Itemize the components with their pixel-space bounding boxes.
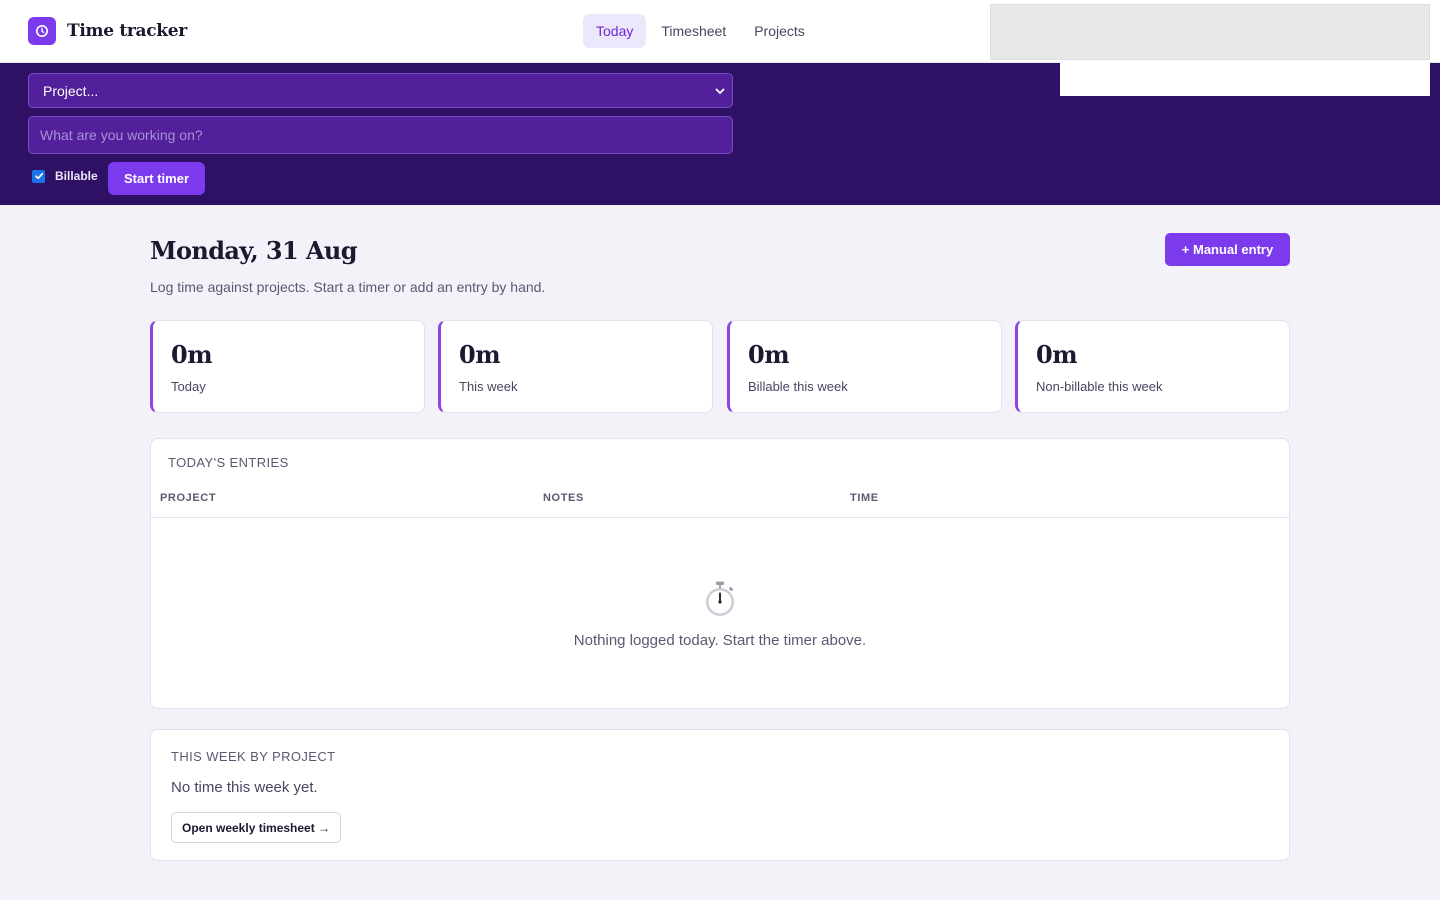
column-time: TIME <box>850 492 879 504</box>
manual-entry-button[interactable]: + Manual entry <box>1165 233 1290 266</box>
stat-value: 0m <box>171 340 213 369</box>
page-title: Monday, 31 Aug <box>150 236 358 265</box>
tab-projects[interactable]: Projects <box>741 14 818 48</box>
column-notes: NOTES <box>543 492 584 504</box>
clock-icon <box>28 17 56 45</box>
page-subtitle: Log time against projects. Start a timer… <box>150 279 546 295</box>
start-timer-button[interactable]: Start timer <box>108 162 205 195</box>
stat-value: 0m <box>1036 340 1078 369</box>
billable-toggle: Billable <box>32 169 98 183</box>
stat-card-this-week: 0m This week <box>438 320 713 413</box>
main-nav: Today Timesheet Projects <box>583 14 818 48</box>
stat-label: This week <box>459 379 518 394</box>
project-select[interactable]: Project... <box>28 73 733 108</box>
project-select-value: Project... <box>43 82 99 99</box>
ad-placeholder <box>990 4 1430 60</box>
open-weekly-timesheet-button[interactable]: Open weekly timesheet → <box>171 812 342 843</box>
brand[interactable]: Time tracker <box>28 17 187 45</box>
billable-label: Billable <box>55 169 98 183</box>
stat-value: 0m <box>748 340 790 369</box>
stat-card-non-billable: 0m Non-billable this week <box>1015 320 1290 413</box>
billable-checkbox[interactable] <box>32 169 45 183</box>
week-empty-text: No time this week yet. <box>171 779 318 796</box>
table-divider <box>151 517 1289 518</box>
chevron-down-icon <box>714 84 726 100</box>
top-bar: Time tracker Today Timesheet Projects <box>0 0 1440 63</box>
todays-entries-card: TODAY'S ENTRIES PROJECT NOTES TIME Nothi… <box>150 438 1290 709</box>
stat-value: 0m <box>459 340 501 369</box>
entries-heading: TODAY'S ENTRIES <box>168 455 289 470</box>
empty-state-text: Nothing logged today. Start the timer ab… <box>573 632 867 649</box>
app-title: Time tracker <box>67 21 187 41</box>
task-input[interactable]: What are you working on? <box>28 116 733 154</box>
stopwatch-icon <box>703 580 737 623</box>
column-project: PROJECT <box>160 492 217 504</box>
stat-label: Billable this week <box>748 379 848 394</box>
week-heading: THIS WEEK BY PROJECT <box>171 749 336 764</box>
stat-label: Non-billable this week <box>1036 379 1163 394</box>
ad-placeholder-overlay <box>1060 60 1430 96</box>
tab-today[interactable]: Today <box>583 14 647 48</box>
stat-card-today: 0m Today <box>150 320 425 413</box>
week-by-project-card: THIS WEEK BY PROJECT No time this week y… <box>150 729 1290 861</box>
stat-label: Today <box>171 379 206 394</box>
stat-card-billable: 0m Billable this week <box>727 320 1002 413</box>
tab-timesheet[interactable]: Timesheet <box>648 14 739 48</box>
